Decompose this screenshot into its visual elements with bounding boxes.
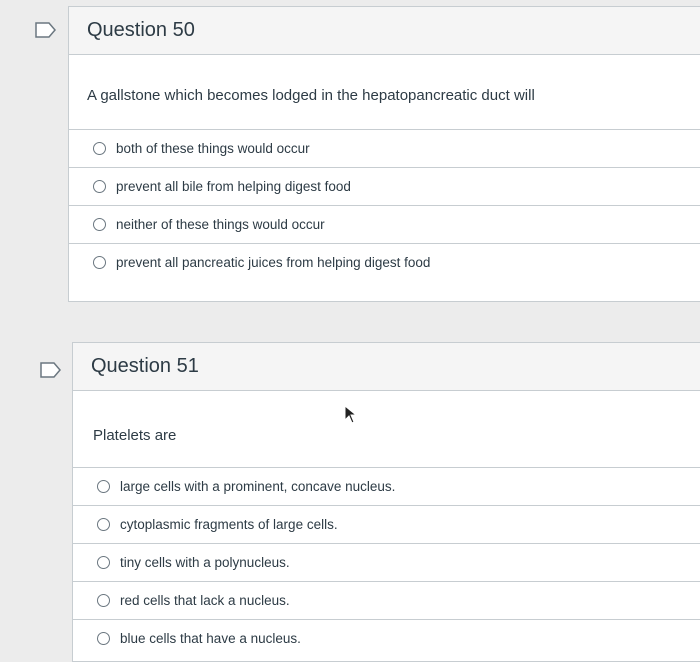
answer-label: neither of these things would occur [116,217,325,232]
question-title: Question 50 [87,19,195,41]
question-prompt: A gallstone which becomes lodged in the … [87,87,535,104]
answer-label: blue cells that have a nucleus. [120,631,301,646]
radio-button[interactable] [97,518,110,531]
question-50-card: Question 50 A gallstone which becomes lo… [68,6,700,302]
answer-label: prevent all bile from helping digest foo… [116,179,351,194]
answer-list: both of these things would occur prevent… [69,129,700,281]
mouse-cursor-icon [344,405,358,424]
question-header: Question 50 [69,7,700,55]
answer-option[interactable]: prevent all pancreatic juices from helpi… [69,243,700,281]
answer-label: both of these things would occur [116,141,310,156]
radio-button[interactable] [97,556,110,569]
radio-button[interactable] [97,480,110,493]
answer-label: large cells with a prominent, concave nu… [120,479,396,494]
question-prompt: Platelets are [93,427,177,444]
flag-icon[interactable] [35,22,57,38]
radio-button[interactable] [93,142,106,155]
question-title: Question 51 [91,355,199,377]
answer-label: cytoplasmic fragments of large cells. [120,517,338,532]
answer-option[interactable]: red cells that lack a nucleus. [73,581,700,619]
answer-list: large cells with a prominent, concave nu… [73,467,700,657]
radio-button[interactable] [93,256,106,269]
answer-option[interactable]: neither of these things would occur [69,205,700,243]
answer-option[interactable]: tiny cells with a polynucleus. [73,543,700,581]
answer-label: prevent all pancreatic juices from helpi… [116,255,431,270]
answer-option[interactable]: prevent all bile from helping digest foo… [69,167,700,205]
question-51-card: Question 51 Platelets are large cells wi… [72,342,700,662]
answer-option[interactable]: cytoplasmic fragments of large cells. [73,505,700,543]
radio-button[interactable] [97,594,110,607]
answer-label: red cells that lack a nucleus. [120,593,290,608]
radio-button[interactable] [93,218,106,231]
answer-option[interactable]: blue cells that have a nucleus. [73,619,700,657]
flag-icon[interactable] [40,362,62,378]
answer-label: tiny cells with a polynucleus. [120,555,290,570]
answer-option[interactable]: large cells with a prominent, concave nu… [73,467,700,505]
radio-button[interactable] [97,632,110,645]
question-header: Question 51 [73,343,700,391]
radio-button[interactable] [93,180,106,193]
answer-option[interactable]: both of these things would occur [69,129,700,167]
